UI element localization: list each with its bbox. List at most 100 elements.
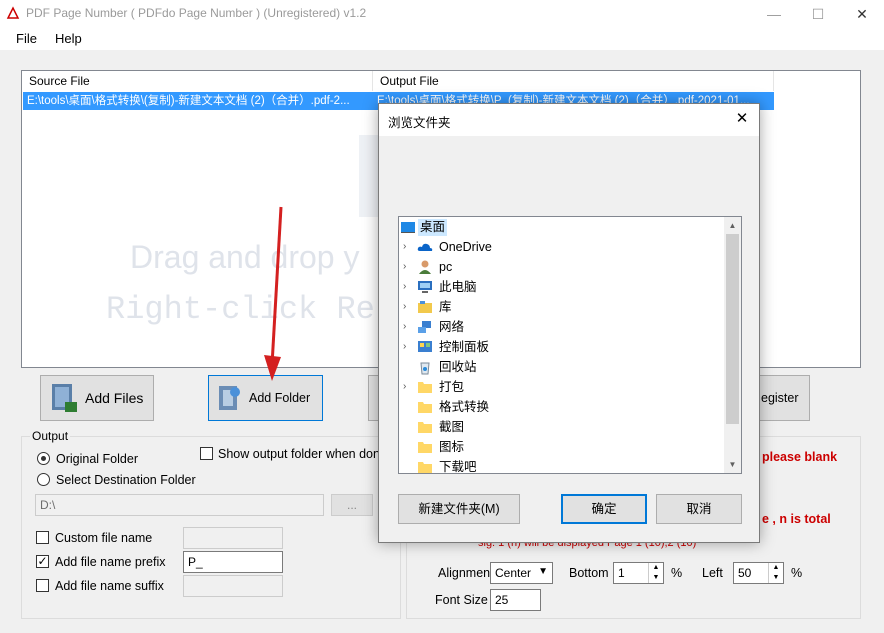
app-icon xyxy=(6,6,20,19)
tree-scrollbar[interactable]: ▲ ▼ xyxy=(724,217,741,473)
tree-item-label: 下载吧 xyxy=(439,460,477,474)
font-size-label: Font Size xyxy=(435,593,488,607)
spinner-arrows-icon[interactable]: ▲ ▼ xyxy=(648,563,663,583)
title-bar: PDF Page Number ( PDFdo Page Number ) (U… xyxy=(0,0,884,28)
tree-item-pc-user[interactable]: › pc xyxy=(399,257,725,277)
spinner-arrows-icon[interactable]: ▲ ▼ xyxy=(768,563,783,583)
browse-button[interactable]: ... xyxy=(331,494,373,516)
alignment-select[interactable]: Center ▼ xyxy=(490,562,553,584)
custom-file-name-checkbox[interactable] xyxy=(36,531,49,544)
tree-item-onedrive[interactable]: › OneDrive xyxy=(399,237,725,257)
folder-icon xyxy=(418,422,432,433)
tree-item-folder-dabao[interactable]: › 打包 xyxy=(399,377,725,397)
chevron-right-icon[interactable]: › xyxy=(403,321,413,333)
column-output-file[interactable]: Output File xyxy=(373,71,774,91)
original-folder-radio[interactable] xyxy=(37,452,50,465)
menu-help[interactable]: Help xyxy=(55,31,82,46)
ok-button[interactable]: 确定 xyxy=(561,494,647,524)
custom-file-name-input[interactable] xyxy=(183,527,283,549)
network-icon xyxy=(418,321,431,333)
computer-icon xyxy=(418,281,432,293)
register-label: egister xyxy=(761,391,799,405)
tree-item-label: 图标 xyxy=(439,440,465,454)
chevron-right-icon[interactable]: › xyxy=(403,241,413,253)
bottom-unit: % xyxy=(671,566,683,580)
tree-item-library[interactable]: › 库 xyxy=(399,297,725,317)
alignment-label: Alignmen xyxy=(438,566,491,580)
alignment-value: Center xyxy=(495,566,532,580)
column-source-file[interactable]: Source File xyxy=(22,71,373,91)
chevron-right-icon[interactable]: › xyxy=(403,381,413,393)
window-title: PDF Page Number ( PDFdo Page Number ) (U… xyxy=(26,6,367,20)
dialog-close-button[interactable]: ✕ xyxy=(725,104,759,136)
drop-hint-line-1: Drag and drop y xyxy=(130,239,360,275)
new-folder-button[interactable]: 新建文件夹(M) xyxy=(398,494,520,524)
scroll-up-icon[interactable]: ▲ xyxy=(724,217,741,234)
tree-item-desktop[interactable]: 桌面 xyxy=(399,217,725,237)
user-icon xyxy=(419,260,431,274)
cloud-icon xyxy=(417,243,433,251)
folder-icon xyxy=(418,442,432,453)
add-folder-icon xyxy=(219,386,240,410)
chevron-right-icon[interactable]: › xyxy=(403,301,413,313)
prefix-input[interactable]: P_ xyxy=(183,551,283,573)
tree-item-label: 此电脑 xyxy=(439,280,477,294)
dialog-title-bar: 浏览文件夹 ✕ xyxy=(379,104,759,136)
tree-item-folder-format[interactable]: 格式转换 xyxy=(399,397,725,417)
left-unit: % xyxy=(791,566,803,580)
tree-item-label: 网络 xyxy=(439,320,465,334)
tree-item-label: 桌面 xyxy=(418,219,448,236)
font-size-input[interactable]: 25 xyxy=(490,589,541,611)
dialog-title: 浏览文件夹 xyxy=(388,116,451,130)
source-file-cell: E:\tools\桌面\格式转换\(复制)-新建文本文档 (2)（合并）.pdf… xyxy=(27,95,350,107)
menu-file[interactable]: File xyxy=(16,31,37,46)
cancel-button[interactable]: 取消 xyxy=(656,494,742,524)
add-files-button[interactable]: Add Files xyxy=(40,375,154,421)
tree-item-folder-screenshot[interactable]: 截图 xyxy=(399,417,725,437)
tree-item-this-pc[interactable]: › 此电脑 xyxy=(399,277,725,297)
library-icon xyxy=(418,301,432,313)
tree-item-folder-downloads[interactable]: 下载吧 xyxy=(399,457,725,474)
chevron-right-icon[interactable]: › xyxy=(403,281,413,293)
suffix-input[interactable] xyxy=(183,575,283,597)
minimize-button[interactable]: — xyxy=(752,0,796,28)
tree-item-label: OneDrive xyxy=(439,240,492,254)
add-files-label: Add Files xyxy=(85,390,144,406)
chevron-right-icon[interactable]: › xyxy=(403,261,413,273)
register-button[interactable]: egister xyxy=(758,375,810,421)
menu-bar: File Help xyxy=(0,28,884,50)
drop-hint-line-2: Right-click Re xyxy=(106,291,375,328)
left-value: 50 xyxy=(738,566,752,580)
folder-icon xyxy=(418,382,432,393)
tree-item-label: 打包 xyxy=(439,380,465,394)
maximize-button[interactable]: ☐ xyxy=(796,0,840,28)
add-prefix-checkbox[interactable]: ✓ xyxy=(36,555,49,568)
tree-item-label: 格式转换 xyxy=(439,400,490,414)
show-output-folder-label: Show output folder when don xyxy=(218,447,380,461)
add-suffix-checkbox[interactable] xyxy=(36,579,49,592)
chevron-right-icon[interactable]: › xyxy=(403,341,413,353)
format-hint-1: please blank xyxy=(762,450,838,464)
folder-tree[interactable]: 桌面 › OneDrive › pc › 此电脑 › 库 › 网络 › 控制面板… xyxy=(398,216,742,474)
add-prefix-label: Add file name prefix xyxy=(55,555,166,569)
tree-item-label: 截图 xyxy=(439,420,465,434)
tree-item-recycle-bin[interactable]: 回收站 xyxy=(399,357,725,377)
destination-folder-radio[interactable] xyxy=(37,473,50,486)
chevron-down-icon: ▼ xyxy=(538,566,548,577)
destination-path-input[interactable]: D:\ xyxy=(35,494,324,516)
tree-item-label: 回收站 xyxy=(439,360,477,374)
tree-item-folder-icons[interactable]: 图标 xyxy=(399,437,725,457)
left-spinner[interactable]: 50 ▲ ▼ xyxy=(733,562,784,584)
tree-item-network[interactable]: › 网络 xyxy=(399,317,725,337)
control-panel-icon xyxy=(418,341,432,352)
bottom-spinner[interactable]: 1 ▲ ▼ xyxy=(613,562,664,584)
show-output-folder-checkbox[interactable] xyxy=(200,447,213,460)
tree-item-control-panel[interactable]: › 控制面板 xyxy=(399,337,725,357)
scroll-down-icon[interactable]: ▼ xyxy=(724,456,741,473)
desktop-icon xyxy=(401,222,415,233)
scroll-thumb[interactable] xyxy=(726,234,739,424)
bottom-label: Bottom xyxy=(569,566,609,580)
close-button[interactable]: ✕ xyxy=(840,0,884,28)
tree-item-label: pc xyxy=(439,260,453,274)
custom-file-name-label: Custom file name xyxy=(55,531,153,545)
